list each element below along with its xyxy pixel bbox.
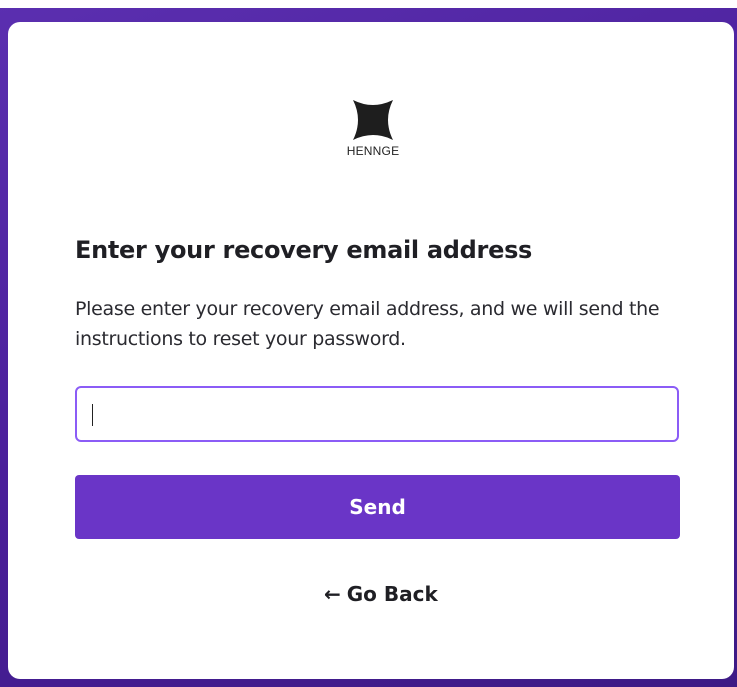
send-button[interactable]: Send bbox=[75, 475, 680, 539]
recovery-email-input[interactable] bbox=[75, 386, 679, 442]
henne-logo-icon bbox=[353, 100, 393, 140]
recovery-card: HENNGE Enter your recovery email address… bbox=[8, 22, 734, 679]
page-title: Enter your recovery email address bbox=[75, 236, 533, 264]
arrow-left-icon: ← bbox=[324, 582, 341, 606]
instructions-text: Please enter your recovery email address… bbox=[75, 298, 660, 350]
go-back-link[interactable]: ← Go Back bbox=[324, 582, 438, 606]
go-back-label: Go Back bbox=[346, 582, 438, 606]
henne-logo: HENNGE bbox=[346, 100, 400, 158]
top-strip bbox=[0, 0, 737, 8]
text-caret bbox=[92, 404, 93, 426]
logo-text: HENNGE bbox=[346, 144, 400, 158]
